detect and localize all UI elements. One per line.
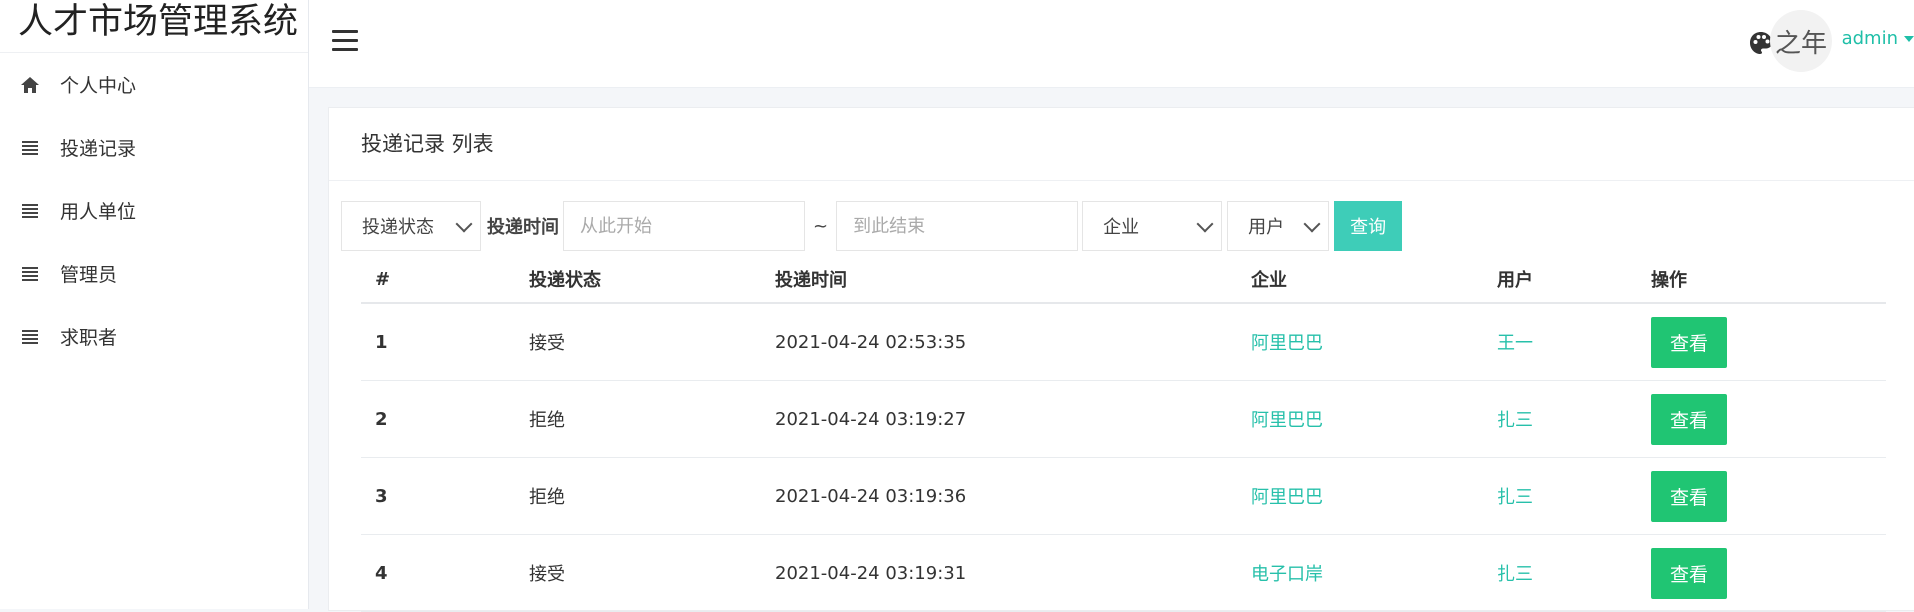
top-bar: 之年 admin: [309, 0, 1914, 88]
end-date-input[interactable]: [836, 201, 1079, 251]
sidebar-item-admins[interactable]: 管理员: [0, 242, 308, 305]
column-header-status[interactable]: 投递状态: [515, 256, 761, 304]
sidebar: 人才市场管理系统 个人中心 投递记录 用人单位 管理员 求职者: [0, 0, 309, 609]
row-status: 接受: [515, 303, 761, 381]
chevron-down-icon: [1303, 215, 1321, 232]
sidebar-item-personal-center[interactable]: 个人中心: [0, 53, 308, 116]
user-select-value: 用户: [1248, 217, 1285, 238]
table-row: 4 接受 2021-04-24 03:19:31 电子口岸 扎三 查看: [361, 534, 1886, 612]
column-header-user[interactable]: 用户: [1483, 256, 1637, 304]
user-select[interactable]: 用户: [1227, 201, 1330, 251]
row-user-link[interactable]: 王一: [1483, 303, 1637, 381]
row-user-link[interactable]: 扎三: [1483, 380, 1637, 458]
list-icon: [20, 264, 40, 284]
column-header-index[interactable]: #: [361, 256, 515, 304]
range-separator: ~: [813, 215, 829, 237]
list-icon: [20, 138, 40, 158]
column-header-company[interactable]: 企业: [1237, 256, 1483, 304]
row-time: 2021-04-24 03:19:36: [761, 457, 1237, 535]
company-select[interactable]: 企业: [1082, 201, 1223, 251]
records-card: 投递记录 列表 投递状态 投递时间 ~ 企业 用户 查询 # 投递状态 投递时间…: [328, 107, 1914, 612]
time-label: 投递时间: [487, 217, 559, 238]
user-menu[interactable]: admin: [1842, 28, 1914, 49]
chevron-down-icon: [455, 215, 473, 232]
table-row: 1 接受 2021-04-24 02:53:35 阿里巴巴 王一 查看: [361, 303, 1886, 381]
row-time: 2021-04-24 03:19:31: [761, 534, 1237, 612]
row-user-link[interactable]: 扎三: [1483, 457, 1637, 535]
row-company-link[interactable]: 电子口岸: [1237, 534, 1483, 612]
table-header-row: # 投递状态 投递时间 企业 用户 操作: [361, 256, 1886, 304]
view-button[interactable]: 查看: [1651, 393, 1727, 445]
list-icon: [20, 201, 40, 221]
company-select-value: 企业: [1103, 217, 1140, 238]
status-select[interactable]: 投递状态: [341, 201, 481, 251]
start-date-input[interactable]: [563, 201, 805, 251]
row-action: 查看: [1637, 534, 1886, 612]
status-select-value: 投递状态: [362, 217, 434, 238]
caret-down-icon: [1904, 36, 1914, 42]
row-company-link[interactable]: 阿里巴巴: [1237, 457, 1483, 535]
row-action: 查看: [1637, 457, 1886, 535]
avatar[interactable]: 之年: [1770, 10, 1832, 72]
row-status: 接受: [515, 534, 761, 612]
row-index: 1: [361, 303, 515, 381]
view-button[interactable]: 查看: [1651, 547, 1727, 599]
row-user-link[interactable]: 扎三: [1483, 534, 1637, 612]
row-status: 拒绝: [515, 457, 761, 535]
card-title: 投递记录 列表: [329, 108, 1914, 181]
app-title: 人才市场管理系统: [0, 0, 308, 53]
chevron-down-icon: [1196, 215, 1214, 232]
row-company-link[interactable]: 阿里巴巴: [1237, 303, 1483, 381]
sidebar-item-label: 管理员: [60, 264, 118, 286]
row-index: 3: [361, 457, 515, 535]
sidebar-item-label: 投递记录: [60, 138, 137, 160]
row-action: 查看: [1637, 380, 1886, 458]
row-status: 拒绝: [515, 380, 761, 458]
row-action: 查看: [1637, 303, 1886, 381]
view-button[interactable]: 查看: [1651, 316, 1727, 368]
sidebar-item-employers[interactable]: 用人单位: [0, 179, 308, 242]
username-label: admin: [1841, 28, 1898, 49]
query-button[interactable]: 查询: [1334, 201, 1403, 251]
menu-toggle-icon[interactable]: [332, 30, 358, 52]
row-index: 4: [361, 534, 515, 612]
row-time: 2021-04-24 03:19:27: [761, 380, 1237, 458]
sidebar-item-delivery-records[interactable]: 投递记录: [0, 116, 308, 179]
row-time: 2021-04-24 02:53:35: [761, 303, 1237, 381]
list-icon: [20, 327, 40, 347]
sidebar-item-label: 求职者: [60, 327, 118, 349]
column-header-action: 操作: [1637, 256, 1886, 304]
sidebar-item-job-seekers[interactable]: 求职者: [0, 305, 308, 368]
records-table: # 投递状态 投递时间 企业 用户 操作 1 接受 2021-04-24 02:…: [361, 256, 1886, 612]
view-button[interactable]: 查看: [1651, 470, 1727, 522]
sidebar-item-label: 个人中心: [60, 75, 137, 97]
row-index: 2: [361, 380, 515, 458]
row-company-link[interactable]: 阿里巴巴: [1237, 380, 1483, 458]
column-header-time[interactable]: 投递时间: [761, 256, 1237, 304]
table-row: 2 拒绝 2021-04-24 03:19:27 阿里巴巴 扎三 查看: [361, 380, 1886, 458]
sidebar-item-label: 用人单位: [60, 201, 137, 223]
home-icon: [20, 75, 40, 95]
table-row: 3 拒绝 2021-04-24 03:19:36 阿里巴巴 扎三 查看: [361, 457, 1886, 535]
filter-bar: 投递状态 投递时间 ~ 企业 用户 查询: [341, 200, 1403, 252]
